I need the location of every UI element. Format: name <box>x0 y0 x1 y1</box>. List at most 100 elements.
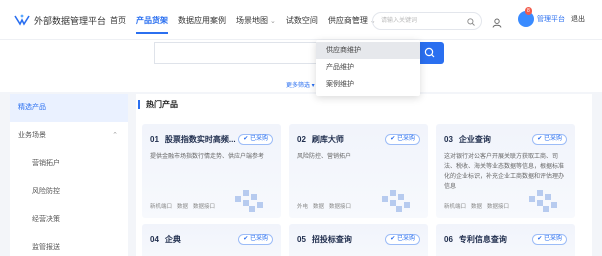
tag: 新机端口 <box>444 204 467 210</box>
supplier-dropdown-menu: 供应商维护 产品维护 案例维护 <box>316 40 420 96</box>
sidebar-item-business-scene[interactable]: 业务场景 ⌃ <box>10 122 128 150</box>
card-name: 招投标查询 <box>311 235 352 244</box>
sidebar-item-label: 风险防控 <box>32 188 60 195</box>
more-filters-link[interactable]: 更多筛选 ▾ <box>286 80 315 89</box>
card-tags: 新机端口 数据 数据接口 <box>150 202 220 210</box>
sidebar-item-risk-control[interactable]: 风险防控 <box>10 178 128 206</box>
sidebar-item-label: 监管报送 <box>32 244 60 251</box>
search-button[interactable] <box>416 42 444 64</box>
sidebar-item-label: 经营决策 <box>32 216 60 223</box>
card-number: 04 <box>150 235 159 244</box>
chevron-up-icon: ⌃ <box>112 132 118 139</box>
nav-item-home[interactable]: 首页 <box>110 0 126 40</box>
card-tags: 外电 数据 数据接口 <box>297 202 356 210</box>
product-card[interactable]: 06 专利信息查询 ✔ 已采购 <box>436 224 575 256</box>
card-title: 05 招投标查询 <box>297 234 352 245</box>
admin-menu[interactable]: 8 管理平台 退出 <box>518 7 585 27</box>
product-card[interactable]: 04 企典 ✔ 已采购 <box>142 224 281 256</box>
product-card[interactable]: 05 招投标查询 ✔ 已采购 <box>289 224 428 256</box>
cube-illustration-icon <box>529 190 557 212</box>
badge-label: 已采购 <box>543 136 562 142</box>
card-name: 刷库大师 <box>311 135 344 144</box>
nav-item-supplier[interactable]: 供应商管理 ⌄ <box>328 0 376 40</box>
nav-item-products[interactable]: 产品货架 <box>136 0 168 40</box>
tag: 新机端口 <box>150 204 173 210</box>
sidebar-item-label: 营销拓户 <box>32 160 60 167</box>
menu-item-product-maintenance[interactable]: 产品维护 <box>316 59 420 76</box>
tag: 数据 <box>177 204 189 210</box>
sidebar-item-marketing[interactable]: 营销拓户 <box>10 150 128 178</box>
card-tags: 新机端口 数据 数据接口 <box>444 202 514 210</box>
search-icon[interactable] <box>467 17 475 26</box>
brand[interactable]: 外部数据管理平台 <box>14 13 106 27</box>
tag: 数据接口 <box>193 204 216 210</box>
product-card[interactable]: 02 刷库大师 ✔ 已采购 风险防控、营销拓户 外电 数据 数据接口 <box>289 124 428 218</box>
tag: 数据接口 <box>487 204 510 210</box>
brand-logo-icon <box>14 13 30 27</box>
nav-label: 试数空间 <box>285 16 318 25</box>
card-title: 06 专利信息查询 <box>444 234 507 245</box>
section-title: 热门产品 <box>138 100 178 109</box>
status-badge: ✔ 已采购 <box>238 234 273 245</box>
sidebar-item-decision[interactable]: 经营决策 <box>10 206 128 234</box>
badge-label: 已采购 <box>543 236 562 242</box>
search-icon <box>424 47 435 58</box>
nav-label: 首页 <box>110 16 126 25</box>
card-description: 风险防控、营销拓户 <box>297 154 352 160</box>
cube-illustration-icon <box>382 190 410 212</box>
tag: 数据 <box>313 204 325 210</box>
card-title: 04 企典 <box>150 234 181 245</box>
tag: 外电 <box>297 204 309 210</box>
card-name: 专利信息查询 <box>458 235 507 244</box>
card-number: 06 <box>444 235 453 244</box>
card-description: 这对银行对公客户开展关联方获取工商、司法、税收、海关等业态数据等信息，根据标准化… <box>444 154 565 190</box>
card-title: 02 刷库大师 <box>297 134 344 145</box>
sidebar-item-regulatory[interactable]: 监管报送 <box>10 234 128 256</box>
status-badge: ✔ 已采购 <box>532 234 567 245</box>
badge-label: 已采购 <box>249 236 268 242</box>
product-card[interactable]: 01 股票指数实时高频... ✔ 已采购 提供金融市场指数行情走势、供应户端参考 … <box>142 124 281 218</box>
search-placeholder: 请输入关键词 <box>381 18 418 24</box>
status-badge: ✔ 已采购 <box>238 134 273 145</box>
badge-label: 已采购 <box>396 236 415 242</box>
badge-label: 已采购 <box>396 136 415 142</box>
menu-item-case-maintenance[interactable]: 案例维护 <box>316 76 420 93</box>
card-title: 03 企业查询 <box>444 134 491 145</box>
menu-item-supplier-maintenance[interactable]: 供应商维护 <box>316 42 420 59</box>
sidebar-item-label: 业务场景 <box>18 132 46 139</box>
badge-label: 已采购 <box>249 136 268 142</box>
nav-label: 场景地图 <box>236 16 268 25</box>
card-name: 股票指数实时高频... <box>164 135 236 144</box>
product-card[interactable]: 03 企业查询 ✔ 已采购 这对银行对公客户开展关联方获取工商、司法、税收、海关等… <box>436 124 575 218</box>
nav-item-trial-space[interactable]: 试数空间 <box>286 0 318 40</box>
status-badge: ✔ 已采购 <box>532 134 567 145</box>
admin-platform-link[interactable]: 管理平台 <box>537 14 565 24</box>
cube-illustration-icon <box>235 190 263 212</box>
top-search-input[interactable]: 请输入关键词 <box>372 12 482 30</box>
nav-item-scene-map[interactable]: 场景地图 ⌄ <box>236 0 276 40</box>
notification-badge: 8 <box>525 7 532 15</box>
nav-item-cases[interactable]: 数据应用案例 <box>178 0 226 40</box>
card-number: 02 <box>297 135 306 144</box>
status-badge: ✔ 已采购 <box>385 134 420 145</box>
nav-label: 供应商管理 <box>327 16 368 25</box>
chevron-down-icon: ⌄ <box>270 18 276 25</box>
sidebar: 精选产品 业务场景 ⌃ 营销拓户 风险防控 经营决策 监管报送 <box>10 94 128 256</box>
status-badge: ✔ 已采购 <box>385 234 420 245</box>
card-number: 03 <box>444 135 453 144</box>
sidebar-item-label: 精选产品 <box>18 104 46 111</box>
user-icon[interactable] <box>492 15 502 28</box>
card-name: 企业查询 <box>458 135 491 144</box>
brand-title: 外部数据管理平台 <box>34 15 107 26</box>
card-number: 01 <box>150 135 159 144</box>
sidebar-item-featured[interactable]: 精选产品 <box>10 94 128 122</box>
avatar[interactable]: 8 <box>518 7 534 27</box>
tag: 数据 <box>471 204 483 210</box>
tag: 数据接口 <box>329 204 352 210</box>
card-title: 01 股票指数实时高频... <box>150 134 236 145</box>
logout-link[interactable]: 退出 <box>571 14 585 24</box>
nav-label: 产品货架 <box>136 16 168 25</box>
card-description: 提供金融市场指数行情走势、供应户端参考 <box>150 154 265 160</box>
top-nav-bar: 外部数据管理平台 首页 产品货架 数据应用案例 场景地图 ⌄ 试数空间 供应商管理… <box>0 0 602 40</box>
card-name: 企典 <box>164 235 181 244</box>
